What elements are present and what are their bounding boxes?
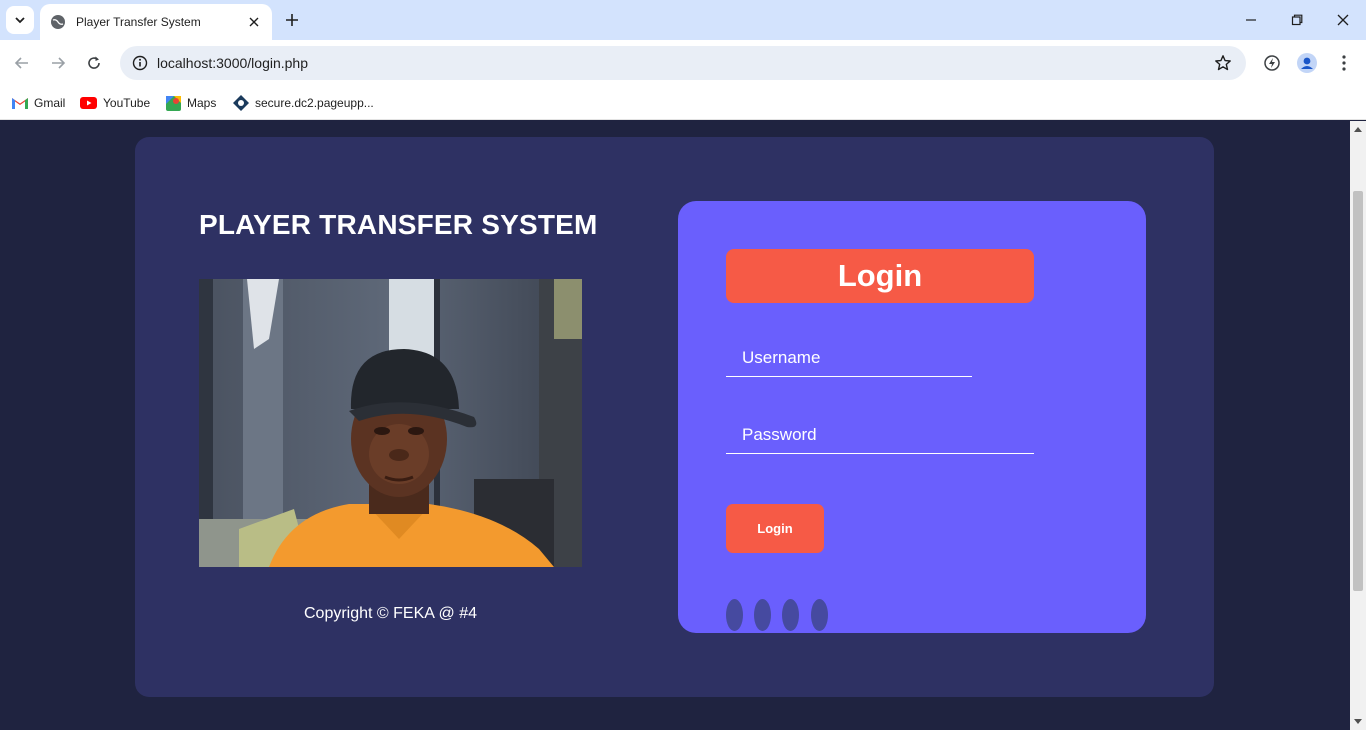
reload-button[interactable] [80, 49, 108, 77]
new-tab-button[interactable] [280, 8, 304, 32]
back-button[interactable] [8, 49, 36, 77]
social-link-1[interactable] [726, 599, 743, 631]
bookmark-label: secure.dc2.pageupp... [255, 96, 374, 110]
pageup-icon [233, 95, 249, 111]
forward-button[interactable] [44, 49, 72, 77]
avatar-icon [1297, 53, 1317, 73]
bookmark-star-icon[interactable] [1212, 52, 1234, 74]
login-button[interactable]: Login [726, 504, 824, 553]
extensions-button[interactable] [1258, 49, 1286, 77]
plus-icon [286, 14, 298, 26]
main-card: PLAYER TRANSFER SYSTEM Copyright © FEKA … [135, 137, 1214, 697]
browser-tab[interactable]: Player Transfer System [40, 4, 272, 40]
login-heading: Login [726, 249, 1034, 303]
performance-icon [1264, 55, 1280, 71]
url-text[interactable]: localhost:3000/login.php [157, 55, 308, 71]
login-panel: Login Login [678, 201, 1146, 633]
bookmark-label: Gmail [34, 96, 66, 110]
close-tab-icon[interactable] [244, 12, 264, 32]
page-scrollbar[interactable] [1350, 121, 1366, 730]
reload-icon [88, 56, 100, 69]
scroll-up-icon[interactable] [1353, 125, 1363, 133]
profile-photo [199, 279, 582, 567]
close-icon [1337, 14, 1349, 26]
youtube-icon [80, 97, 97, 109]
social-link-2[interactable] [754, 599, 771, 631]
page-viewport: PLAYER TRANSFER SYSTEM Copyright © FEKA … [0, 121, 1350, 730]
bookmark-maps[interactable]: Maps [166, 92, 216, 114]
globe-icon [51, 15, 65, 29]
bookmark-pageup[interactable]: secure.dc2.pageupp... [233, 92, 374, 114]
back-arrow-icon [14, 57, 28, 69]
tab-search-button[interactable] [6, 6, 34, 34]
minimize-button[interactable] [1237, 6, 1265, 34]
chevron-down-icon [15, 17, 25, 24]
copyright-text: Copyright © FEKA @ #4 [304, 605, 477, 622]
tab-title: Player Transfer System [76, 15, 201, 29]
close-window-button[interactable] [1329, 6, 1357, 34]
bookmark-label: Maps [187, 96, 217, 110]
password-field[interactable] [726, 416, 1034, 454]
gmail-icon [12, 97, 28, 109]
site-title: PLAYER TRANSFER SYSTEM [199, 209, 598, 240]
bookmark-youtube[interactable]: YouTube [80, 92, 150, 114]
social-link-4[interactable] [811, 599, 828, 631]
menu-button[interactable] [1330, 49, 1358, 77]
tab-strip: Player Transfer System [0, 0, 1366, 40]
profile-button[interactable] [1293, 49, 1321, 77]
more-vert-icon [1342, 55, 1346, 71]
social-link-3[interactable] [782, 599, 799, 631]
browser-toolbar: localhost:3000/login.php [0, 40, 1366, 86]
address-bar[interactable]: localhost:3000/login.php [120, 46, 1246, 80]
forward-arrow-icon [52, 57, 66, 69]
bookmark-label: YouTube [103, 96, 151, 110]
bookmarks-bar: Gmail YouTube Maps secure.dc2.pageupp... [0, 86, 1366, 120]
restore-icon [1291, 14, 1303, 26]
restore-button[interactable] [1283, 6, 1311, 34]
username-field[interactable] [726, 339, 972, 377]
minimize-icon [1246, 19, 1256, 21]
bookmark-gmail[interactable]: Gmail [12, 92, 65, 114]
scroll-down-icon[interactable] [1353, 718, 1363, 726]
maps-icon [166, 95, 181, 111]
site-info-icon[interactable] [128, 51, 152, 75]
scroll-thumb[interactable] [1353, 191, 1363, 591]
